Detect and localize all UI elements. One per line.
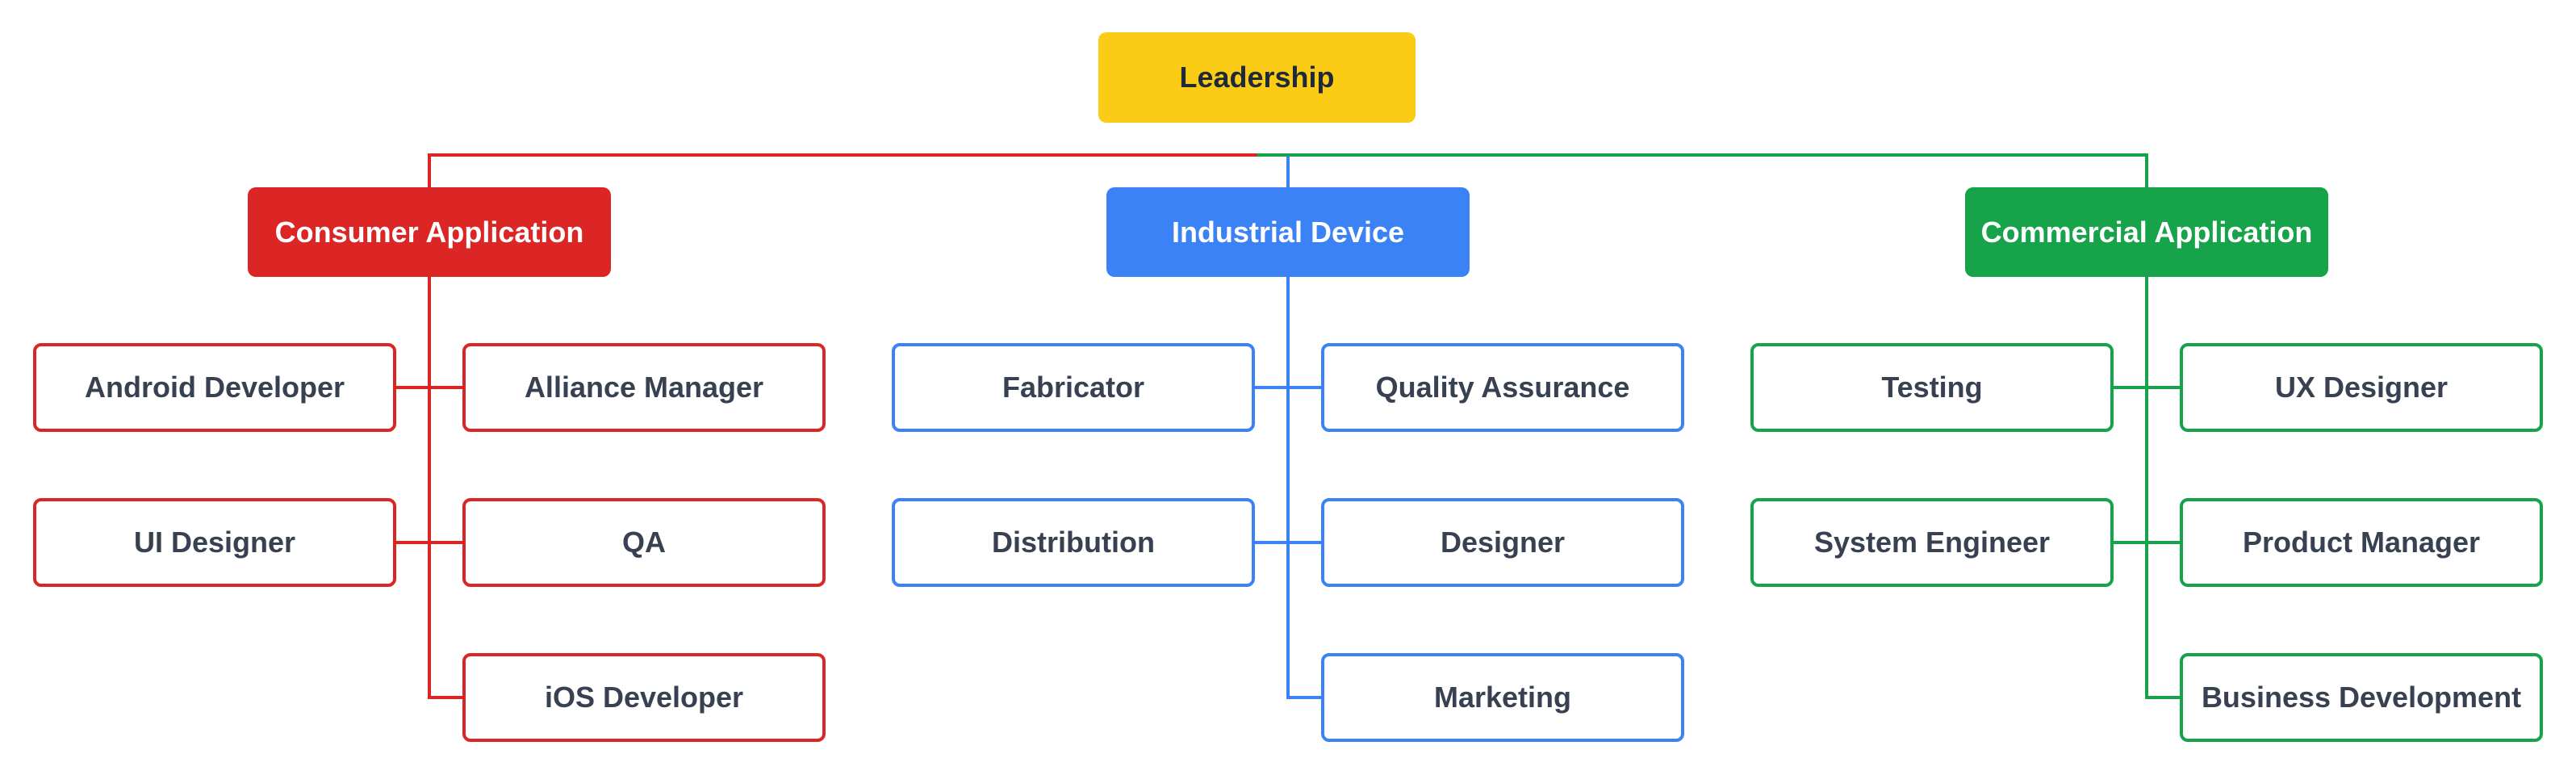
role-label: System Engineer — [1813, 526, 2051, 559]
role-node[interactable]: Fabricator — [892, 343, 1255, 432]
department-label: Industrial Device — [1171, 215, 1405, 249]
role-label: Fabricator — [1002, 371, 1145, 404]
role-label: Quality Assurance — [1375, 371, 1630, 404]
role-label: Testing — [1881, 371, 1983, 404]
role-label: Distribution — [992, 526, 1155, 559]
role-node[interactable]: System Engineer — [1750, 498, 2114, 587]
role-node[interactable]: Testing — [1750, 343, 2114, 432]
role-node[interactable]: iOS Developer — [462, 653, 826, 742]
trunk-consumer-application — [428, 277, 462, 699]
root-node-label: Leadership — [1179, 61, 1335, 94]
role-label: Android Developer — [84, 371, 345, 404]
trunk-commercial-application — [2145, 277, 2180, 699]
role-label: Business Development — [2201, 681, 2522, 714]
role-node[interactable]: UI Designer — [33, 498, 396, 587]
trunk-industrial-device — [1286, 277, 1321, 699]
role-label: UI Designer — [133, 526, 296, 559]
role-label: Marketing — [1433, 681, 1572, 714]
department-label: Commercial Application — [1980, 215, 2313, 249]
role-node[interactable]: Quality Assurance — [1321, 343, 1684, 432]
connector-industrial-device — [1257, 153, 1290, 187]
role-node[interactable]: QA — [462, 498, 826, 587]
connector-commercial-application — [1257, 153, 2148, 187]
role-label: Alliance Manager — [524, 371, 764, 404]
role-node[interactable]: Android Developer — [33, 343, 396, 432]
department-label: Consumer Application — [274, 215, 584, 249]
role-node[interactable]: UX Designer — [2180, 343, 2543, 432]
role-node[interactable]: Marketing — [1321, 653, 1684, 742]
connector-consumer-application — [428, 153, 1257, 187]
department-node-commercial-application[interactable]: Commercial Application — [1965, 187, 2328, 277]
role-node[interactable]: Designer — [1321, 498, 1684, 587]
role-label: Designer — [1440, 526, 1566, 559]
role-node[interactable]: Product Manager — [2180, 498, 2543, 587]
role-label: QA — [622, 526, 666, 559]
root-node-leadership[interactable]: Leadership — [1098, 32, 1416, 123]
department-node-consumer-application[interactable]: Consumer Application — [248, 187, 611, 277]
role-label: UX Designer — [2274, 371, 2448, 404]
role-node[interactable]: Business Development — [2180, 653, 2543, 742]
role-label: Product Manager — [2242, 526, 2481, 559]
department-node-industrial-device[interactable]: Industrial Device — [1106, 187, 1470, 277]
role-label: iOS Developer — [544, 681, 744, 714]
role-node[interactable]: Distribution — [892, 498, 1255, 587]
role-node[interactable]: Alliance Manager — [462, 343, 826, 432]
